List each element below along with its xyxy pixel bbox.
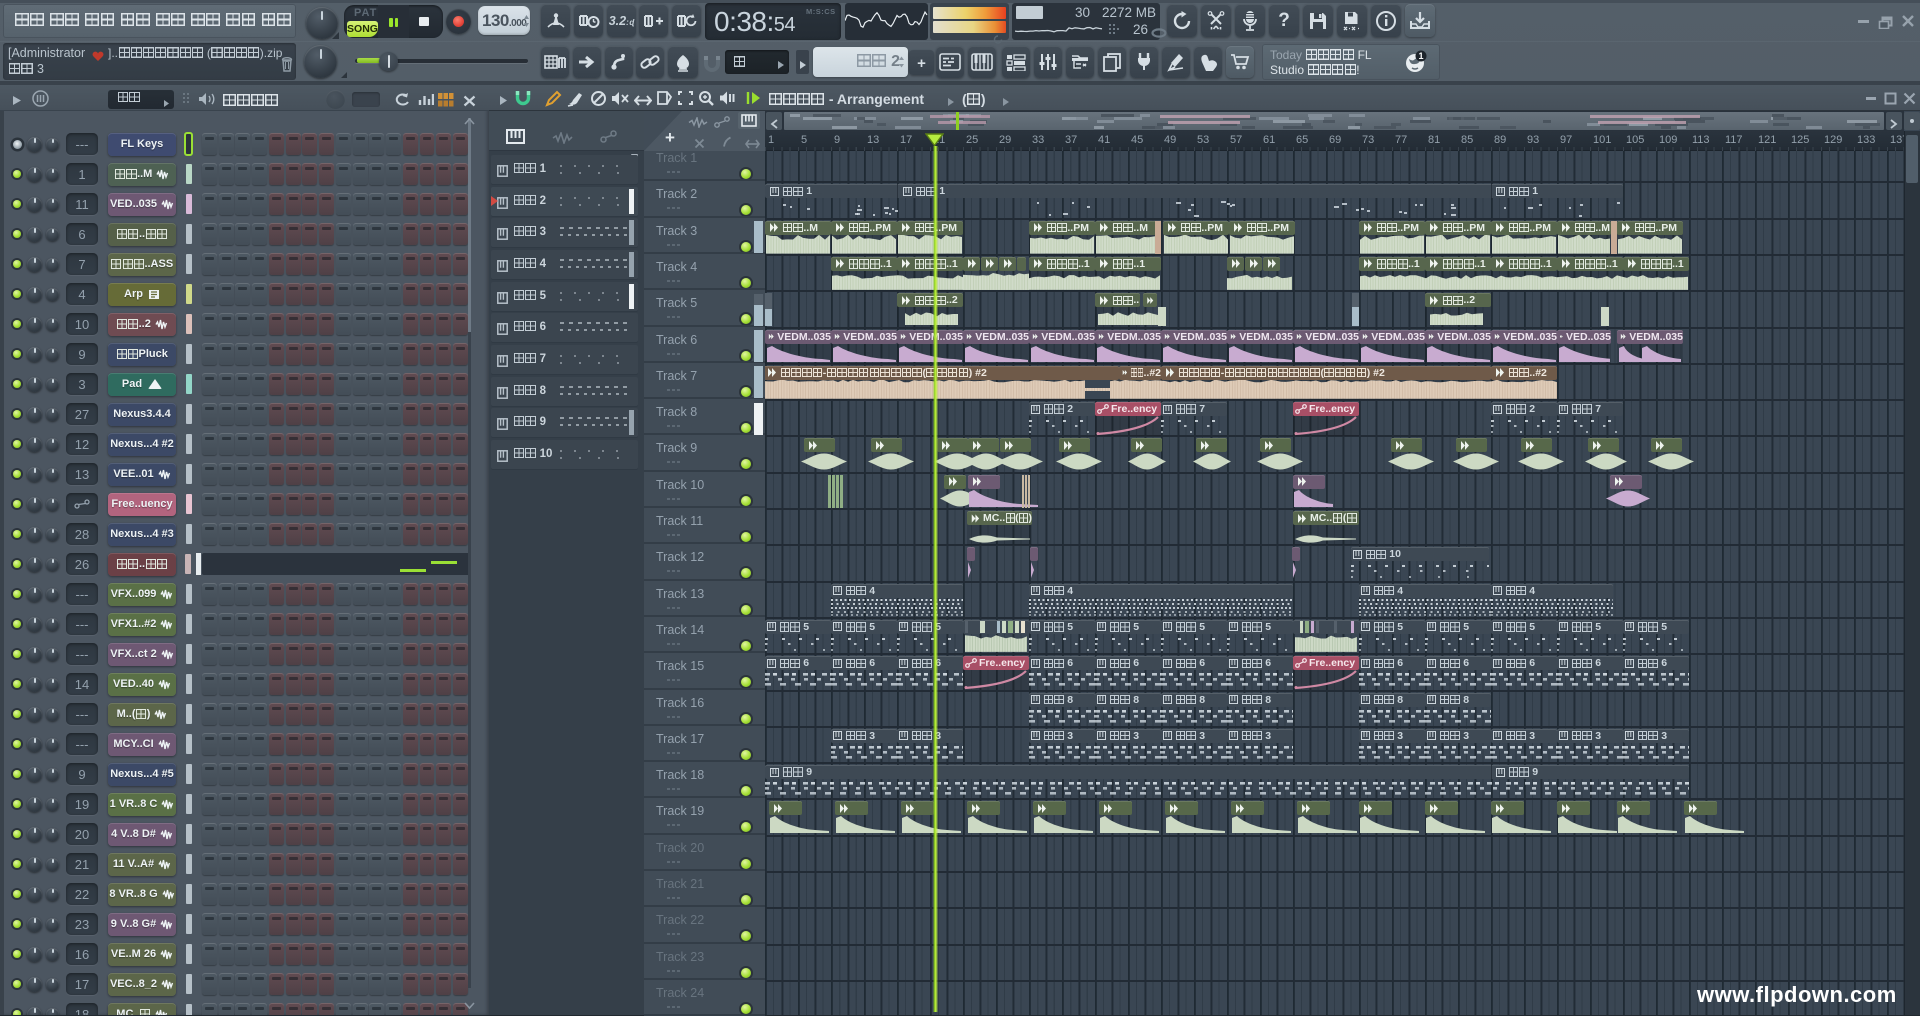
svg-text:1: 1: [1418, 51, 1423, 61]
